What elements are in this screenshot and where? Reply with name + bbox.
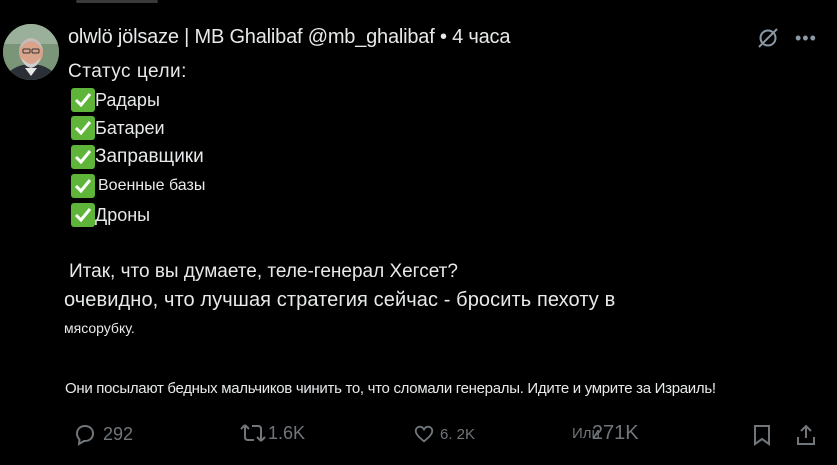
like-count: 6. 2K — [440, 425, 476, 443]
bookmark-button[interactable] — [751, 423, 773, 447]
grok-icon[interactable] — [756, 26, 780, 50]
question-text: Итак, что вы думаете, теле-генерал Хегсе… — [69, 261, 458, 282]
checklist-item: Дроны — [71, 202, 150, 228]
tweet-header: ᴏlwlö jölsaze | MB Ghalibaf @mb_ghalibaf… — [68, 26, 510, 49]
like-button[interactable]: 6. 2K — [413, 423, 475, 445]
check-mark-icon — [71, 88, 95, 112]
separator-dot: • — [439, 26, 447, 48]
check-mark-icon — [71, 174, 95, 198]
checklist-label: Батареи — [95, 117, 165, 138]
reply-count: 292 — [103, 423, 134, 444]
views-button[interactable]: Или 271K — [572, 422, 639, 445]
checklist-item: Военные базы — [71, 173, 205, 199]
display-name[interactable]: ᴏlwlö jölsaze | MB Ghalibaf — [68, 26, 303, 48]
check-mark-icon — [71, 116, 95, 140]
check-mark-icon — [71, 203, 95, 227]
closing-text: Они посылают бедных мальчиков чинить то,… — [65, 380, 716, 397]
share-icon — [797, 424, 815, 445]
repost-icon — [240, 424, 266, 442]
check-mark-icon — [71, 145, 95, 169]
timestamp[interactable]: 4 часа — [452, 26, 510, 48]
scroll-indicator — [76, 0, 158, 3]
share-button[interactable] — [794, 423, 818, 447]
views-count: 271K — [591, 422, 639, 444]
bookmark-icon — [754, 425, 770, 446]
checklist-item: Заправщики — [71, 144, 204, 170]
checklist-label: Дроны — [95, 204, 151, 225]
avatar[interactable] — [3, 24, 59, 80]
more-options-icon[interactable]: ••• — [795, 28, 817, 49]
reply-icon — [75, 424, 95, 446]
avatar-image — [3, 24, 59, 80]
reply-button[interactable]: 292 — [73, 422, 133, 446]
strategy-end-text: мясорубку. — [64, 320, 135, 336]
checklist-label: Заправщики — [95, 146, 204, 167]
status-title: Статус цели: — [68, 61, 187, 82]
checklist-item: Радары — [71, 87, 160, 113]
checklist-label: Военные базы — [98, 177, 206, 194]
repost-count: 1.6K — [268, 422, 306, 443]
checklist-item: Батареи — [71, 115, 165, 141]
strategy-text: очевидно, что лучшая стратегия сейчас - … — [64, 289, 616, 311]
checklist-label: Радары — [95, 89, 160, 110]
handle[interactable]: @mb_ghalibaf — [308, 26, 435, 48]
repost-button[interactable]: 1.6K — [240, 421, 305, 445]
heart-icon — [414, 425, 434, 443]
action-bar: 292 1.6K 6. 2K Или 271K — [0, 420, 837, 450]
